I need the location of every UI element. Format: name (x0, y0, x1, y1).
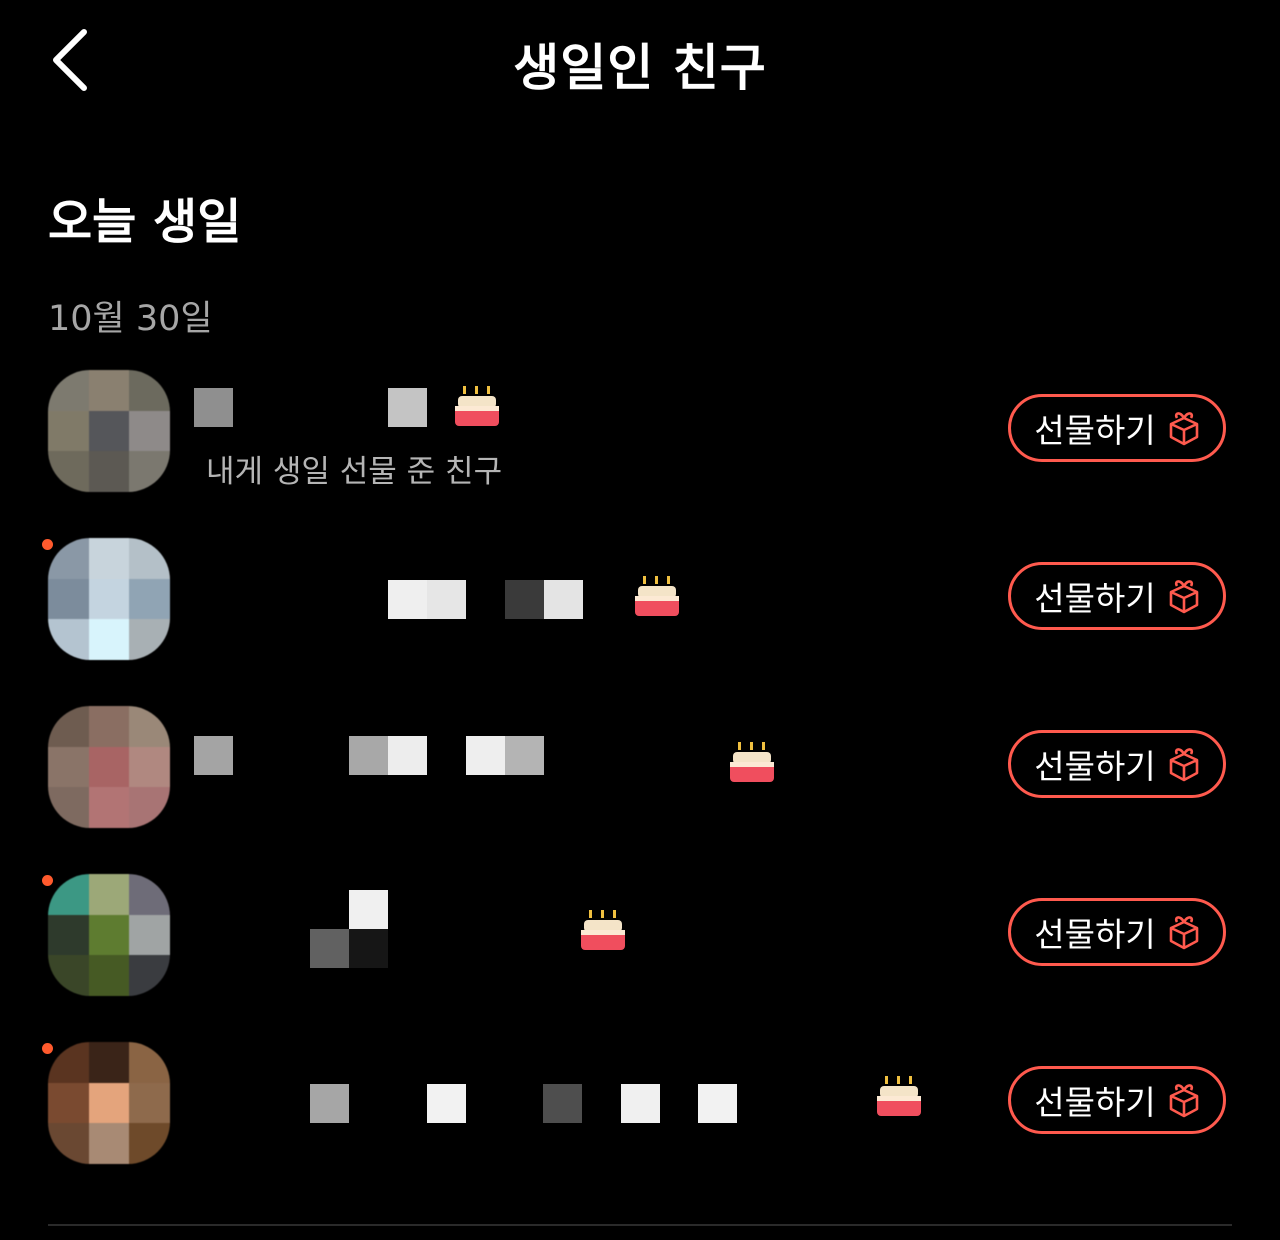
gift-button[interactable]: 선물하기 (1008, 1066, 1226, 1134)
avatar[interactable] (48, 538, 170, 660)
name-redaction (194, 736, 233, 775)
gift-button[interactable]: 선물하기 (1008, 898, 1226, 966)
gift-button[interactable]: 선물하기 (1008, 562, 1226, 630)
friend-row[interactable]: 내게 생일 선물 준 친구 선물하기 (0, 360, 1280, 500)
name-redaction (505, 736, 544, 775)
birthday-cake-icon (581, 910, 625, 950)
name-redaction (310, 929, 349, 968)
name-redaction (349, 736, 388, 775)
friend-row[interactable]: 선물하기 (0, 1032, 1280, 1172)
name-redaction (466, 736, 505, 775)
gift-box-icon (1168, 410, 1200, 446)
avatar[interactable] (48, 1042, 170, 1164)
gift-button[interactable]: 선물하기 (1008, 394, 1226, 462)
name-redaction (544, 580, 583, 619)
name-redaction (698, 1084, 737, 1123)
name-redaction (543, 1084, 582, 1123)
name-redaction (427, 580, 466, 619)
name-redaction (349, 929, 388, 968)
friend-row[interactable]: 선물하기 (0, 696, 1280, 836)
gift-box-icon (1168, 1082, 1200, 1118)
gift-box-icon (1168, 578, 1200, 614)
name-redaction (505, 580, 544, 619)
birthday-cake-icon (877, 1076, 921, 1116)
new-indicator-dot (42, 1043, 53, 1054)
top-bar: 생일인 친구 (0, 0, 1280, 120)
date-label: 10월 30일 (48, 299, 213, 339)
name-redaction (621, 1084, 660, 1123)
name-redaction (388, 736, 427, 775)
divider (48, 1224, 1232, 1226)
name-redaction (349, 890, 388, 929)
gift-button-label: 선물하기 (1034, 915, 1156, 954)
new-indicator-dot (42, 875, 53, 886)
avatar[interactable] (48, 370, 170, 492)
gift-button-label: 선물하기 (1034, 579, 1156, 618)
new-indicator-dot (42, 539, 53, 550)
birthday-cake-icon (455, 386, 499, 426)
gift-button-label: 선물하기 (1034, 1083, 1156, 1122)
birthday-cake-icon (730, 742, 774, 782)
gift-box-icon (1168, 914, 1200, 950)
friend-row[interactable]: 선물하기 (0, 528, 1280, 668)
friend-status-text: 내게 생일 선물 준 친구 (206, 454, 503, 490)
name-redaction (388, 388, 427, 427)
gift-button-label: 선물하기 (1034, 411, 1156, 450)
section-title: 오늘 생일 (48, 194, 242, 250)
avatar[interactable] (48, 706, 170, 828)
gift-button[interactable]: 선물하기 (1008, 730, 1226, 798)
gift-box-icon (1168, 746, 1200, 782)
birthday-cake-icon (635, 576, 679, 616)
gift-button-label: 선물하기 (1034, 747, 1156, 786)
page-title: 생일인 친구 (513, 39, 767, 97)
avatar[interactable] (48, 874, 170, 996)
name-redaction (194, 388, 233, 427)
name-redaction (427, 1084, 466, 1123)
friend-row[interactable]: 선물하기 (0, 864, 1280, 1004)
name-redaction (310, 1084, 349, 1123)
name-redaction (388, 580, 427, 619)
